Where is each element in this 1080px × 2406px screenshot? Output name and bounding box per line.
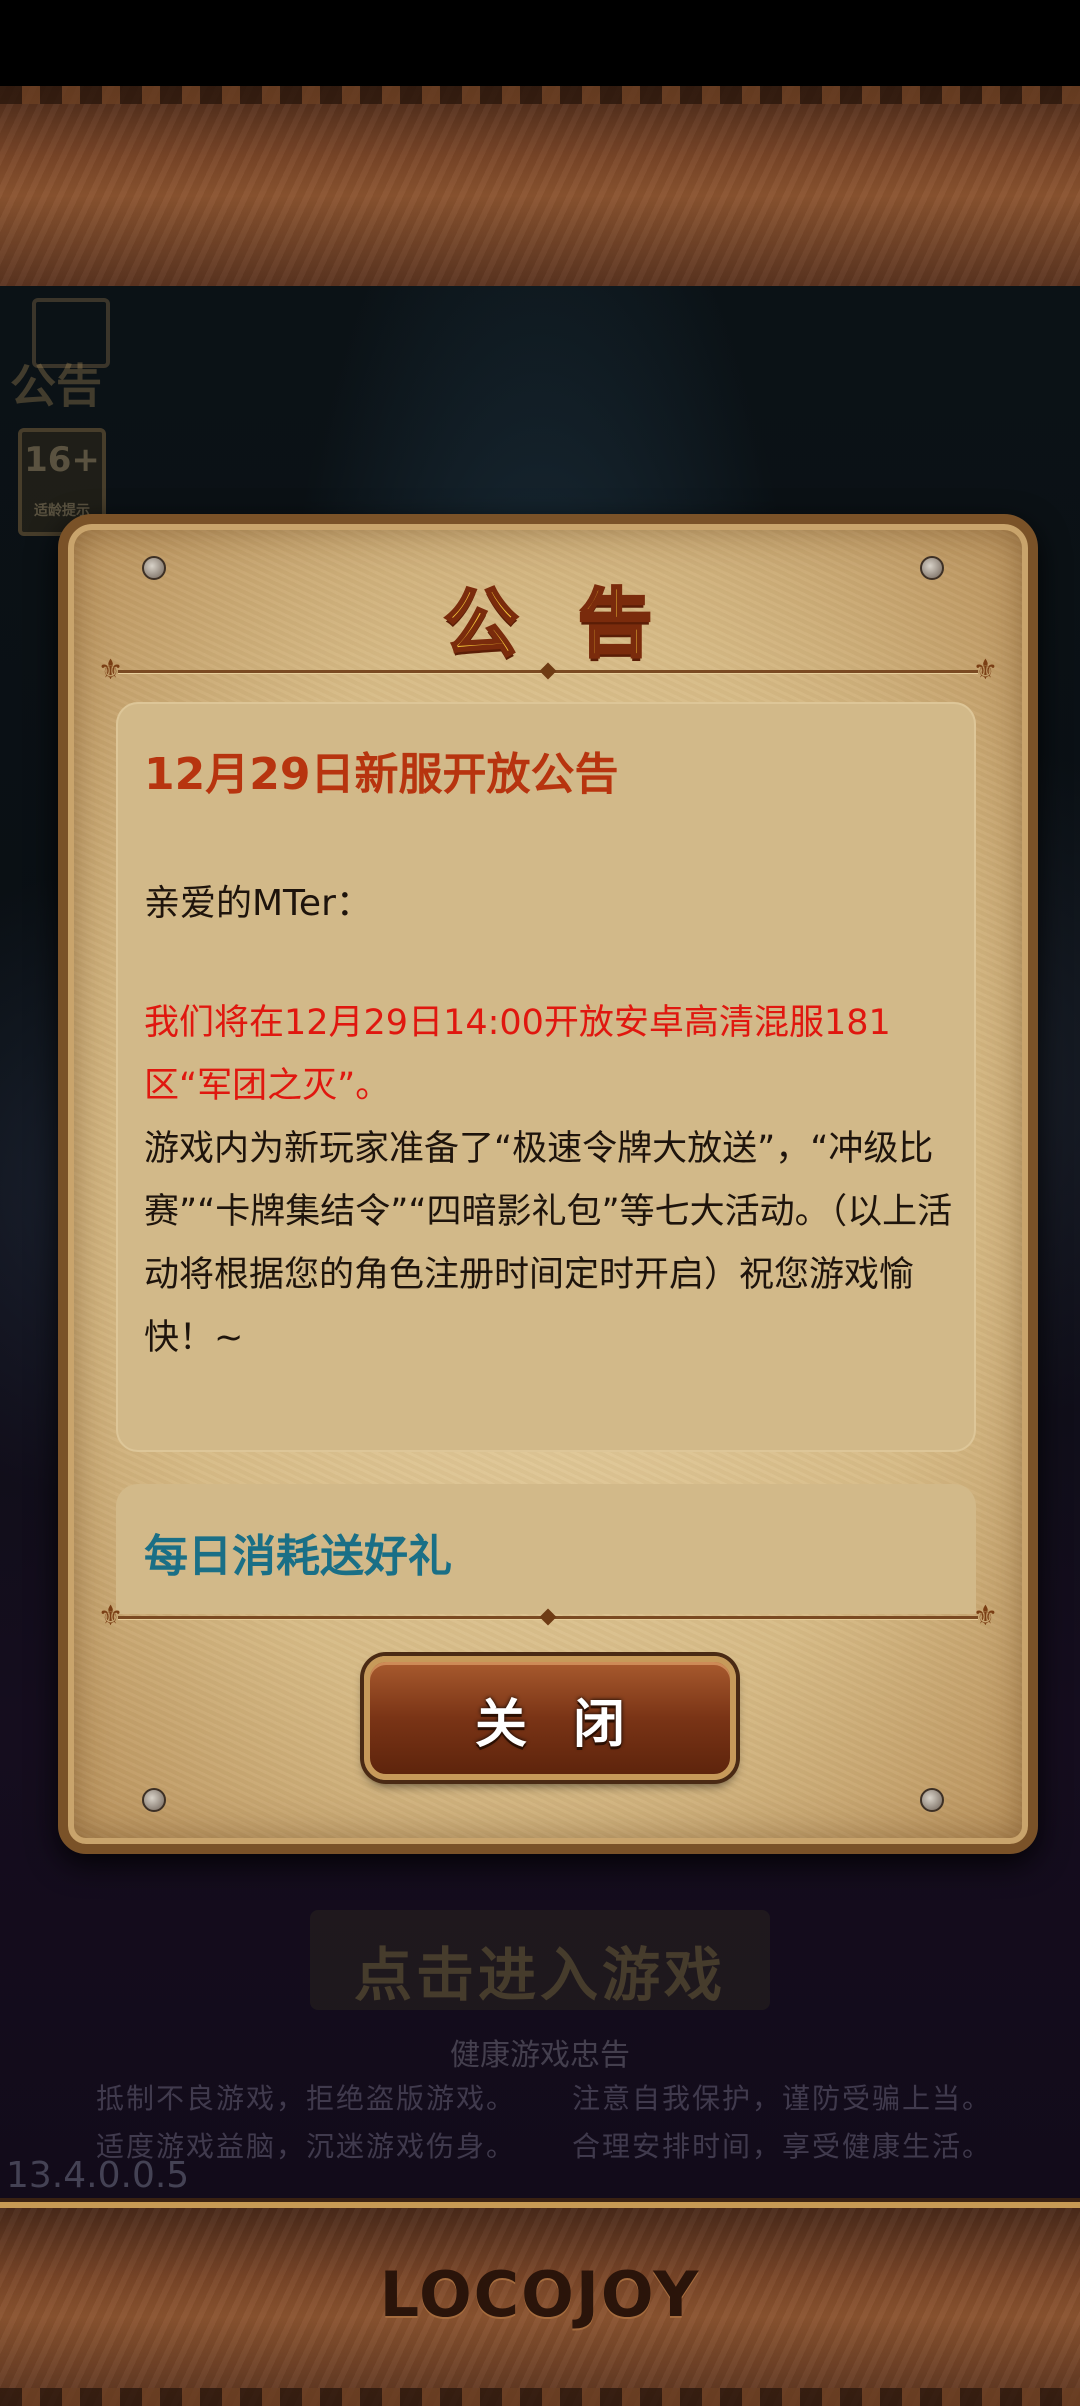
brand-logo: LOCOJOY [379,2258,701,2331]
announcement-title: 12月29日新服开放公告 [144,749,619,800]
announcement-body: 我们将在12月29日14:00开放安卓高清混服181区“军团之灭”。 游戏内为新… [144,992,954,1370]
rivet-icon [142,1788,166,1812]
status-bar [0,0,1080,86]
fleur-icon: ⚜ [98,653,124,686]
next-announcement-card[interactable]: 每日消耗送好礼 [116,1484,976,1614]
health-line: 合理安排时间，享受健康生活。 [572,2130,993,2163]
scroll-edge [0,2388,1080,2406]
ornamental-divider: ⚜ ⚜ [98,1602,998,1630]
announcement-side-button[interactable]: 公告 [10,290,110,413]
announcement-card[interactable]: 12月29日新服开放公告 亲爱的MTer： 我们将在12月29日14:00开放安… [116,702,976,1452]
health-notice-right: 注意自我保护，谨防受骗上当。 合理安排时间，享受健康生活。 [572,2075,992,2171]
close-button-label: 关闭 [474,1695,671,1755]
enter-game-button[interactable]: 点击进入游戏 [310,1910,770,2010]
enter-game-label: 点击进入游戏 [353,1941,726,2009]
age-rating: 16+ [24,440,100,480]
ornamental-divider: ⚜ ⚜ [98,656,998,684]
next-announcement-title: 每日消耗送好礼 [144,1531,452,1582]
top-scroll-banner [0,86,1080,292]
diamond-icon [539,1608,557,1626]
close-button[interactable]: 关闭 [364,1656,736,1780]
announcement-side-label: 公告 [10,359,102,413]
fleur-icon: ⚜ [972,1599,998,1632]
announcement-dialog: 公告 ⚜ ⚜ 12月29日新服开放公告 亲爱的MTer： 我们将在12月29日1… [58,514,1038,1854]
health-line: 注意自我保护，谨防受骗上当。 [572,2082,993,2115]
fleur-icon: ⚜ [972,653,998,686]
announcement-highlight: 我们将在12月29日14:00开放安卓高清混服181区“军团之灭”。 [144,1003,891,1106]
health-notice-title: 健康游戏忠告 [450,2038,630,2073]
health-line: 抵制不良游戏，拒绝盗版游戏。 [96,2082,517,2115]
dialog-title: 公告 [443,580,712,669]
diamond-icon [539,662,557,680]
fleur-icon: ⚜ [98,1599,124,1632]
scroll-edge [0,86,1080,104]
version-label: 13.4.0.0.5 [6,2155,190,2196]
announcement-greeting: 亲爱的MTer： [144,883,372,924]
rivet-icon [920,1788,944,1812]
announcement-details: 游戏内为新玩家准备了“极速令牌大放送”，“冲级比赛”“卡牌集结令”“四暗影礼包”… [144,1129,953,1358]
